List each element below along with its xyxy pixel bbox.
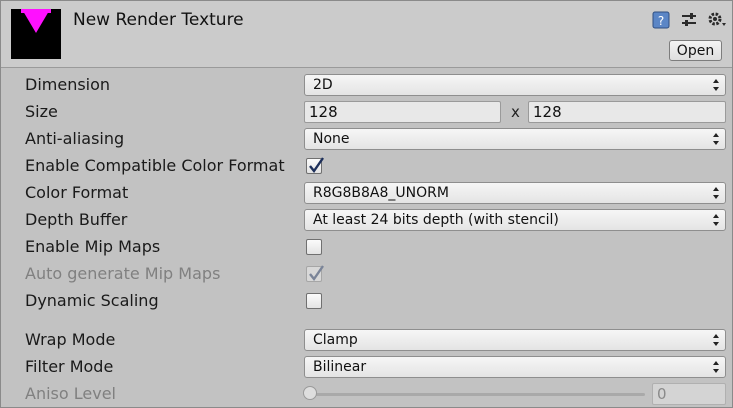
dynamic-scaling-label: Dynamic Scaling bbox=[25, 291, 159, 310]
checkmark-icon bbox=[309, 157, 324, 174]
dropdown-arrows-icon bbox=[713, 334, 719, 346]
filter-mode-row: Filter Mode Bilinear bbox=[1, 353, 732, 380]
dimension-row: Dimension 2D bbox=[1, 71, 732, 98]
aniso-level-label: Aniso Level bbox=[25, 384, 116, 403]
anti-aliasing-value: None bbox=[313, 131, 350, 147]
dimension-value: 2D bbox=[313, 77, 333, 93]
wrap-mode-value: Clamp bbox=[313, 332, 358, 348]
aniso-level-field: 0 bbox=[652, 383, 726, 405]
dynamic-scaling-row: Dynamic Scaling bbox=[1, 287, 732, 314]
depth-buffer-row: Depth Buffer At least 24 bits depth (wit… bbox=[1, 206, 732, 233]
anti-aliasing-row: Anti-aliasing None bbox=[1, 125, 732, 152]
color-format-row: Color Format R8G8B8A8_UNORM bbox=[1, 179, 732, 206]
preset-icon[interactable] bbox=[680, 11, 698, 29]
auto-mip-maps-label: Auto generate Mip Maps bbox=[25, 264, 221, 283]
dropdown-arrows-icon bbox=[713, 187, 719, 199]
size-separator: x bbox=[511, 103, 520, 121]
gear-icon[interactable] bbox=[707, 11, 726, 29]
dropdown-arrows-icon bbox=[713, 133, 719, 145]
svg-text:?: ? bbox=[658, 14, 664, 28]
color-format-dropdown[interactable]: R8G8B8A8_UNORM bbox=[304, 182, 726, 204]
depth-buffer-value: At least 24 bits depth (with stencil) bbox=[313, 212, 559, 228]
mip-maps-row: Enable Mip Maps bbox=[1, 233, 732, 260]
dimension-dropdown[interactable]: 2D bbox=[304, 74, 726, 96]
checkmark-icon bbox=[309, 265, 324, 282]
filter-mode-value: Bilinear bbox=[313, 359, 367, 375]
inspector-window: New Render Texture ? Open Dimension 2D S… bbox=[0, 0, 733, 408]
help-icon[interactable]: ? bbox=[652, 11, 670, 29]
aniso-level-row: Aniso Level 0 bbox=[1, 380, 732, 407]
asset-title: New Render Texture bbox=[73, 10, 244, 30]
dropdown-arrows-icon bbox=[713, 361, 719, 373]
dropdown-arrows-icon bbox=[713, 214, 719, 226]
inspector-header: New Render Texture ? Open bbox=[1, 1, 732, 68]
wrap-mode-dropdown[interactable]: Clamp bbox=[304, 329, 726, 351]
filter-mode-label: Filter Mode bbox=[25, 357, 114, 376]
size-width-field[interactable]: 128 bbox=[304, 101, 501, 123]
depth-buffer-dropdown[interactable]: At least 24 bits depth (with stencil) bbox=[304, 209, 726, 231]
anti-aliasing-dropdown[interactable]: None bbox=[304, 128, 726, 150]
anti-aliasing-label: Anti-aliasing bbox=[25, 129, 125, 148]
open-button[interactable]: Open bbox=[669, 40, 722, 61]
wrap-mode-label: Wrap Mode bbox=[25, 330, 116, 349]
filter-mode-dropdown[interactable]: Bilinear bbox=[304, 356, 726, 378]
compatible-color-format-row: Enable Compatible Color Format bbox=[1, 152, 732, 179]
compatible-color-format-checkbox[interactable] bbox=[306, 157, 324, 174]
mip-maps-label: Enable Mip Maps bbox=[25, 237, 161, 256]
dimension-label: Dimension bbox=[25, 75, 111, 94]
size-label: Size bbox=[25, 102, 58, 121]
dynamic-scaling-checkbox[interactable] bbox=[306, 293, 322, 309]
aniso-level-slider-track bbox=[309, 393, 645, 396]
auto-mip-maps-checkbox bbox=[306, 265, 324, 282]
size-height-field[interactable]: 128 bbox=[528, 101, 726, 123]
size-row: Size 128 x 128 bbox=[1, 98, 732, 125]
depth-buffer-label: Depth Buffer bbox=[25, 210, 128, 229]
dropdown-arrows-icon bbox=[713, 79, 719, 91]
color-format-label: Color Format bbox=[25, 183, 129, 202]
compatible-color-format-label: Enable Compatible Color Format bbox=[25, 156, 285, 175]
color-format-value: R8G8B8A8_UNORM bbox=[313, 185, 449, 201]
wrap-mode-row: Wrap Mode Clamp bbox=[1, 326, 732, 353]
aniso-level-slider-thumb bbox=[303, 386, 317, 400]
mip-maps-checkbox[interactable] bbox=[306, 239, 322, 255]
auto-mip-maps-row: Auto generate Mip Maps bbox=[1, 260, 732, 287]
texture-thumbnail bbox=[11, 9, 61, 59]
